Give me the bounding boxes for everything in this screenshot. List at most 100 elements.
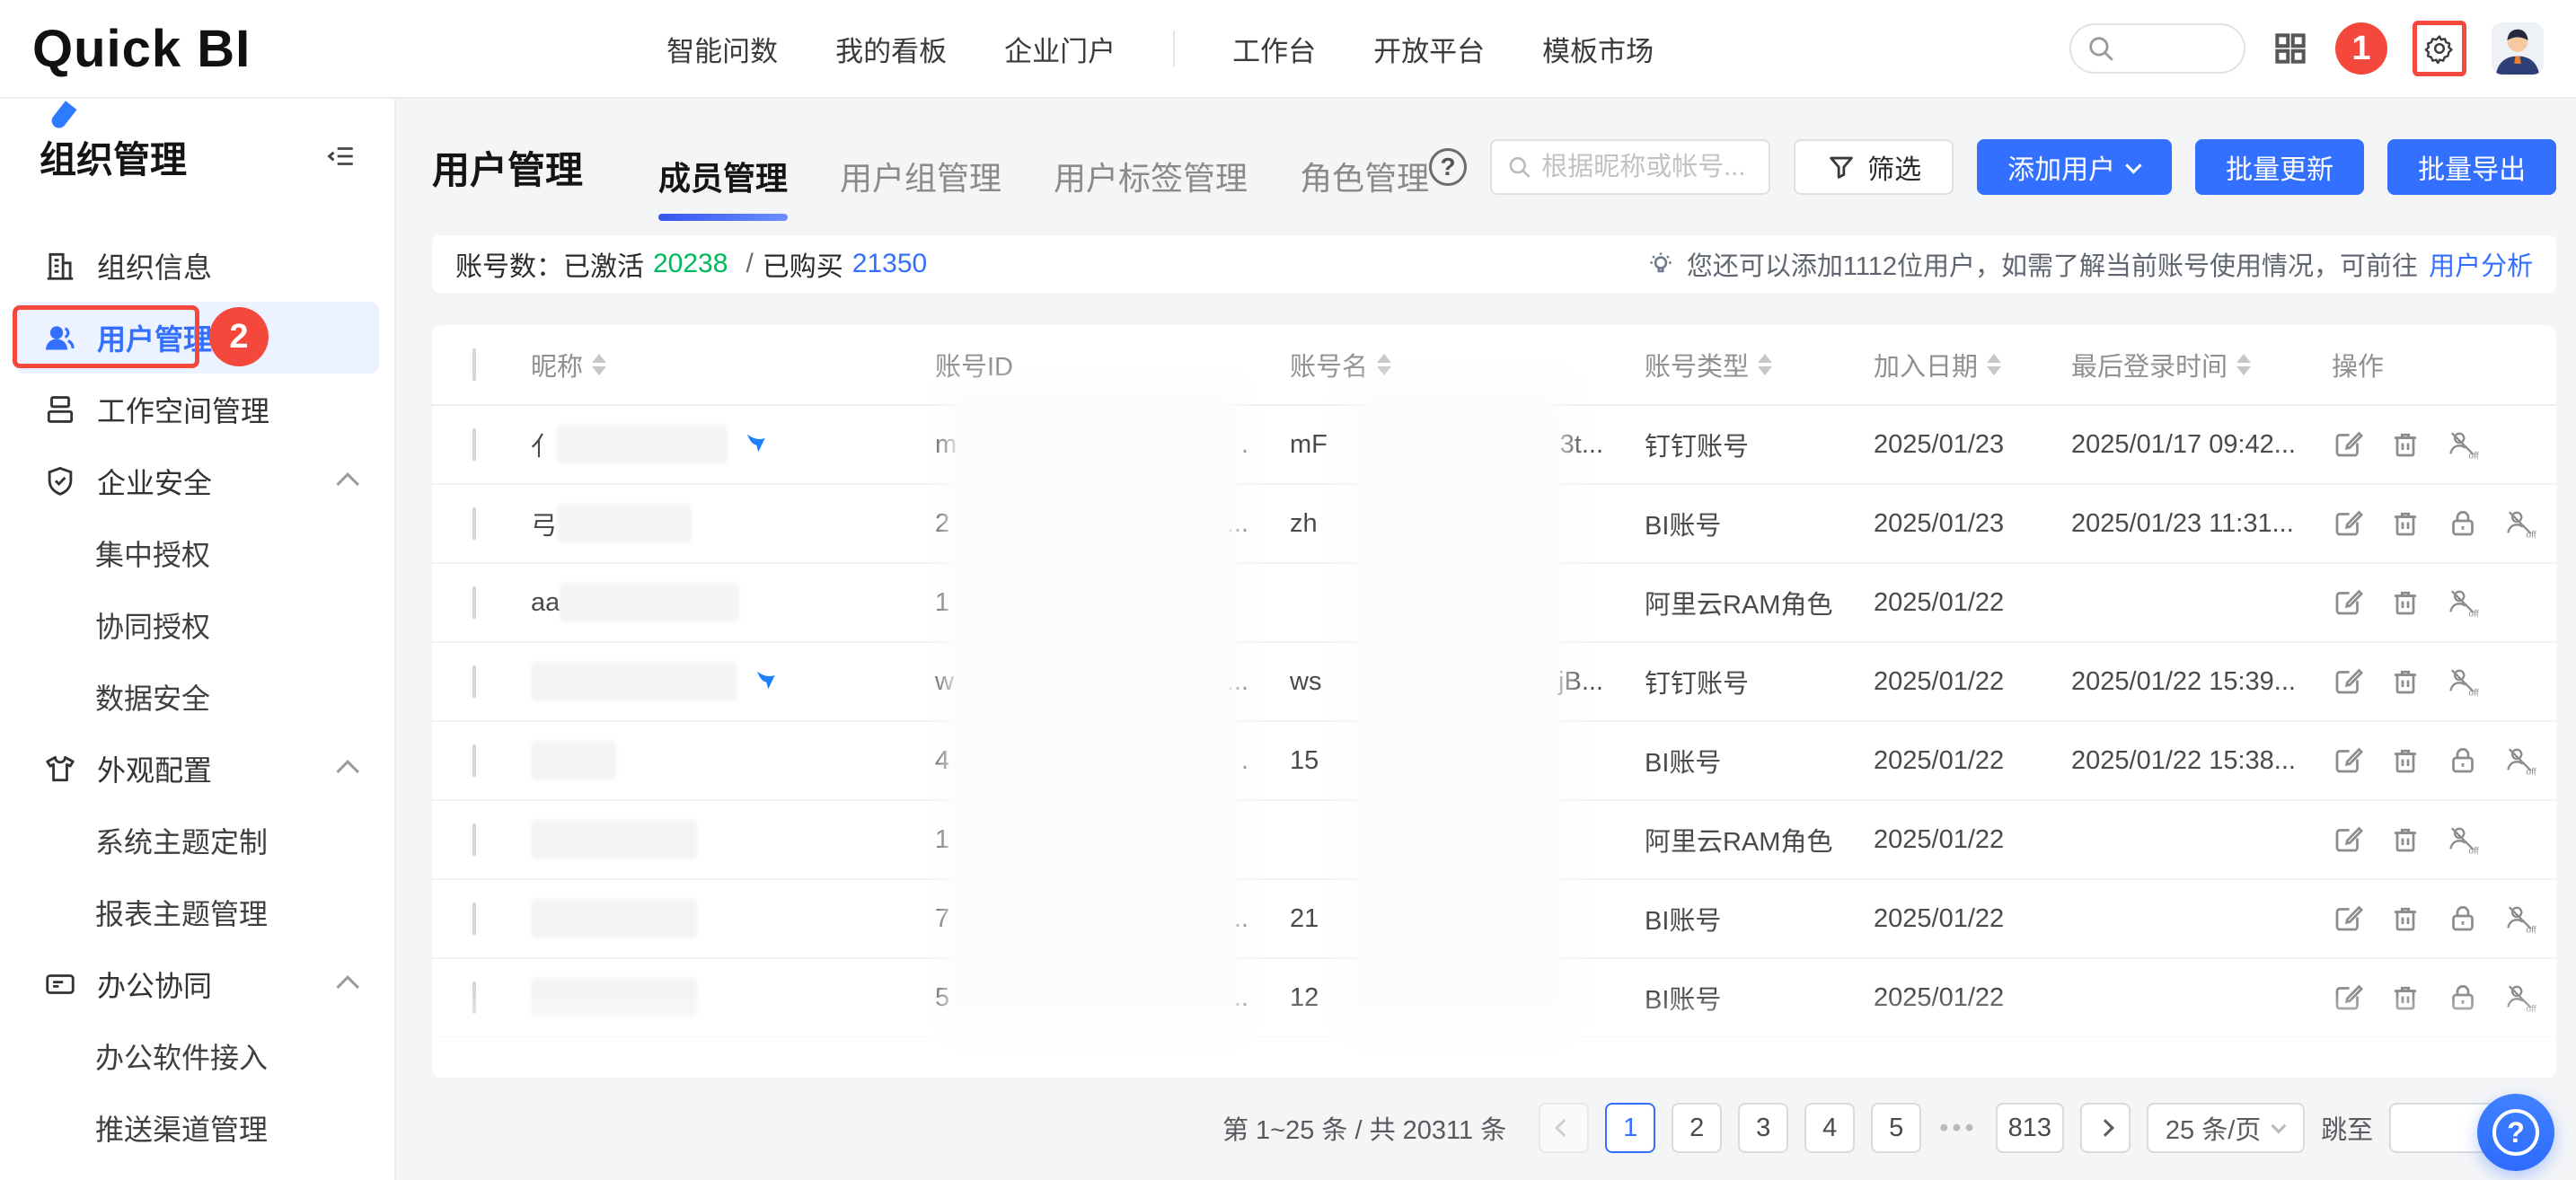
sidebar-item-office-software[interactable]: 办公软件接入 — [0, 1020, 394, 1092]
sidebar-item-report-theme[interactable]: 报表主题管理 — [0, 876, 394, 948]
user-offboard-icon[interactable]: off — [2447, 823, 2479, 856]
page-button-4[interactable]: 4 — [1804, 1103, 1855, 1153]
user-analysis-link[interactable]: 用户分析 — [2429, 245, 2533, 283]
sidebar-item-workspace-management[interactable]: 工作空间管理 — [0, 374, 394, 445]
tab-user-tag-management[interactable]: 用户标签管理 — [1054, 106, 1248, 235]
column-header-nickname[interactable]: 昵称 — [531, 346, 935, 383]
delete-icon[interactable] — [2389, 665, 2422, 698]
delete-icon[interactable] — [2389, 823, 2422, 856]
column-header-join-date[interactable]: 加入日期 — [1874, 346, 2071, 383]
reset-password-lock-icon[interactable] — [2447, 744, 2479, 777]
user-offboard-icon[interactable]: off — [2504, 903, 2536, 935]
tab-member-management[interactable]: 成员管理 — [658, 106, 788, 235]
edit-icon[interactable] — [2332, 982, 2364, 1014]
column-header-account-name[interactable]: 账号名 — [1290, 346, 1645, 383]
apps-grid-icon[interactable] — [2271, 29, 2310, 68]
select-all-checkbox[interactable] — [472, 348, 476, 381]
tab-role-management[interactable]: 角色管理 — [1300, 106, 1429, 235]
row-checkbox[interactable] — [472, 744, 476, 777]
column-header-account-type[interactable]: 账号类型 — [1645, 346, 1874, 383]
column-header-last-login[interactable]: 最后登录时间 — [2071, 346, 2332, 383]
edit-icon[interactable] — [2332, 903, 2364, 935]
page-button-3[interactable]: 3 — [1738, 1103, 1788, 1153]
edit-icon[interactable] — [2332, 428, 2364, 461]
user-offboard-icon[interactable]: off — [2504, 744, 2536, 777]
page-button-5[interactable]: 5 — [1871, 1103, 1921, 1153]
pagination-ellipsis[interactable]: ••• — [1939, 1114, 1977, 1143]
batch-update-button[interactable]: 批量更新 — [2195, 139, 2364, 195]
user-offboard-icon[interactable]: off — [2447, 586, 2479, 619]
sidebar-item-pc-portal[interactable]: PC端企业门户定制 — [0, 1164, 394, 1180]
nav-item-enterprise-portal[interactable]: 企业门户 — [1004, 29, 1116, 69]
page-button-1[interactable]: 1 — [1605, 1103, 1655, 1153]
user-offboard-icon[interactable]: off — [2447, 665, 2479, 698]
next-page-button[interactable] — [2080, 1103, 2130, 1153]
prev-page-button[interactable] — [1539, 1103, 1589, 1153]
delete-icon[interactable] — [2389, 903, 2422, 935]
reset-password-lock-icon[interactable] — [2447, 903, 2479, 935]
collapse-sidebar-icon[interactable] — [326, 141, 357, 172]
sidebar: 组织管理 组织信息 用户管理 2 工作空间管理 企业安全 — [0, 99, 396, 1180]
row-checkbox[interactable] — [472, 982, 476, 1014]
edit-icon[interactable] — [2332, 1061, 2364, 1078]
nav-item-my-dashboard[interactable]: 我的看板 — [835, 29, 947, 69]
sort-icon[interactable] — [1758, 354, 1772, 375]
delete-icon[interactable] — [2389, 744, 2422, 777]
edit-icon[interactable] — [2332, 744, 2364, 777]
sidebar-item-appearance-config[interactable]: 外观配置 — [0, 733, 394, 805]
sort-icon[interactable] — [592, 354, 606, 375]
quickbi-logo[interactable]: Quick BI — [32, 19, 251, 79]
help-icon[interactable]: ? — [1429, 148, 1467, 186]
row-checkbox[interactable] — [472, 428, 476, 461]
delete-icon[interactable] — [2389, 982, 2422, 1014]
user-offboard-icon[interactable]: off — [2447, 428, 2479, 461]
delete-icon[interactable] — [2389, 586, 2422, 619]
sidebar-item-org-info[interactable]: 组织信息 — [0, 230, 394, 302]
sort-icon[interactable] — [2236, 354, 2251, 375]
settings-gear-icon[interactable] — [2424, 33, 2455, 64]
nav-item-ai-ask[interactable]: 智能问数 — [666, 29, 778, 69]
floating-help-button[interactable]: ? — [2477, 1094, 2554, 1171]
sidebar-item-data-security[interactable]: 数据安全 — [0, 661, 394, 733]
sidebar-item-push-channel[interactable]: 推送渠道管理 — [0, 1092, 394, 1164]
row-checkbox[interactable] — [472, 1061, 476, 1079]
reset-password-lock-icon[interactable] — [2447, 507, 2479, 540]
nav-item-template-market[interactable]: 模板市场 — [1542, 29, 1654, 69]
sidebar-item-central-authorization[interactable]: 集中授权 — [0, 517, 394, 589]
sidebar-item-user-management[interactable]: 用户管理 2 — [15, 302, 379, 374]
user-offboard-icon[interactable]: off — [2504, 507, 2536, 540]
reset-password-lock-icon[interactable] — [2447, 982, 2479, 1014]
edit-icon[interactable] — [2332, 507, 2364, 540]
delete-icon[interactable] — [2389, 428, 2422, 461]
sort-icon[interactable] — [1377, 354, 1391, 375]
sidebar-item-system-theme[interactable]: 系统主题定制 — [0, 805, 394, 876]
tab-user-group-management[interactable]: 用户组管理 — [840, 106, 1001, 235]
nav-item-open-platform[interactable]: 开放平台 — [1373, 29, 1485, 69]
user-search-input[interactable] — [1541, 153, 1754, 182]
page-button-last[interactable]: 813 — [1996, 1103, 2064, 1153]
sidebar-item-collab-authorization[interactable]: 协同授权 — [0, 589, 394, 661]
row-checkbox[interactable] — [472, 507, 476, 540]
user-offboard-icon[interactable]: off — [2504, 982, 2536, 1014]
add-user-button[interactable]: 添加用户 — [1977, 139, 2172, 195]
page-button-2[interactable]: 2 — [1672, 1103, 1722, 1153]
edit-icon[interactable] — [2332, 665, 2364, 698]
sidebar-item-office-collaboration[interactable]: 办公协同 — [0, 948, 394, 1020]
sidebar-item-enterprise-security[interactable]: 企业安全 — [0, 445, 394, 517]
reset-password-lock-icon[interactable] — [2447, 1061, 2479, 1078]
filter-button[interactable]: 筛选 — [1794, 139, 1954, 195]
row-checkbox[interactable] — [472, 665, 476, 698]
edit-icon[interactable] — [2332, 823, 2364, 856]
delete-icon[interactable] — [2389, 1061, 2422, 1078]
page-size-select[interactable]: 25 条/页 — [2147, 1103, 2305, 1153]
row-checkbox[interactable] — [472, 903, 476, 935]
sort-icon[interactable] — [1987, 354, 2001, 375]
row-checkbox[interactable] — [472, 823, 476, 856]
user-avatar[interactable] — [2492, 22, 2544, 75]
batch-export-button[interactable]: 批量导出 — [2387, 139, 2556, 195]
nav-item-workbench[interactable]: 工作台 — [1232, 29, 1316, 69]
delete-icon[interactable] — [2389, 507, 2422, 540]
edit-icon[interactable] — [2332, 586, 2364, 619]
global-search-input[interactable] — [2069, 23, 2245, 74]
row-checkbox[interactable] — [472, 586, 476, 619]
